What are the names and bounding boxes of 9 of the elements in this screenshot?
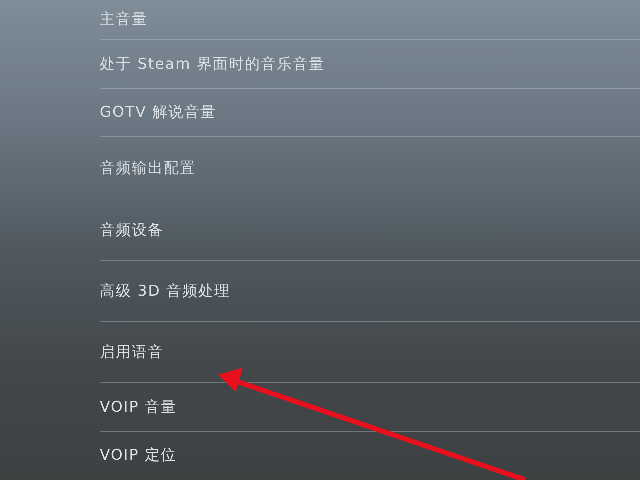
setting-label: GOTV 解说音量	[100, 103, 217, 122]
setting-label: 音频设备	[100, 220, 164, 240]
setting-label: 高级 3D 音频处理	[100, 282, 231, 300]
setting-label: VOIP 音量	[100, 398, 178, 416]
setting-label: 主音量	[100, 10, 148, 29]
setting-label: 处于 Steam 界面时的音乐音量	[100, 54, 325, 74]
setting-label: VOIP 定位	[100, 446, 178, 465]
setting-label: 音频输出配置	[100, 158, 196, 178]
setting-label: 启用语音	[100, 342, 164, 362]
